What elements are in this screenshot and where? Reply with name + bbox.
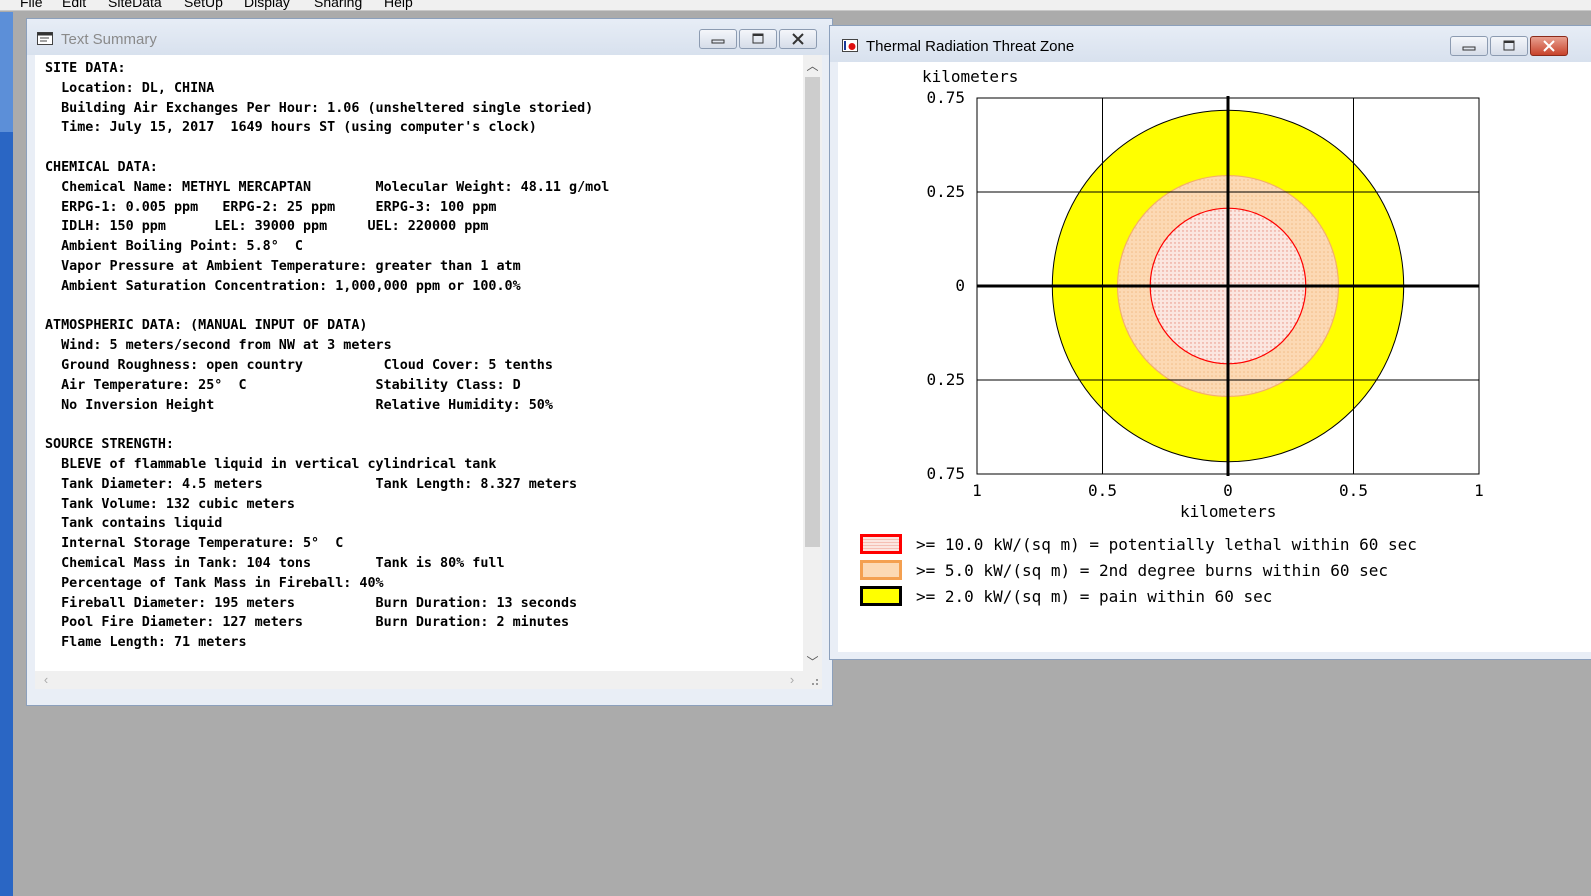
- threat-zone-app-icon: [842, 39, 858, 52]
- summary-line: Internal Storage Temperature: 5° C: [45, 536, 344, 552]
- summary-line: Wind: 5 meters/second from NW at 3 meter…: [45, 338, 392, 354]
- plot-restore-button[interactable]: [1490, 36, 1528, 56]
- summary-line: Flame Length: 71 meters: [45, 635, 247, 651]
- summary-line: Pool Fire Diameter: 127 meters Burn Dura…: [45, 615, 570, 631]
- summary-line: Ambient Boiling Point: 5.8° C: [45, 239, 303, 255]
- close-icon: [1543, 40, 1555, 52]
- summary-line: Location: DL, CHINA: [45, 80, 215, 96]
- y-axis-unit-label: kilometers: [922, 67, 1018, 86]
- minimize-button[interactable]: [699, 29, 737, 49]
- restore-icon: [1503, 40, 1515, 51]
- threat-zone-title: Thermal Radiation Threat Zone: [866, 38, 1075, 55]
- scroll-up-icon[interactable]: ︿: [803, 57, 822, 75]
- summary-line: Tank contains liquid: [45, 516, 223, 532]
- legend-swatch-pain: [860, 586, 902, 606]
- plot-close-button[interactable]: [1530, 36, 1568, 56]
- y-tick-label: 0.75: [926, 464, 965, 483]
- summary-line: Time: July 15, 2017 1649 hours ST (using…: [45, 120, 537, 136]
- summary-line: Fireball Diameter: 195 meters Burn Durat…: [45, 595, 578, 611]
- summary-line: No Inversion Height Relative Humidity: 5…: [45, 397, 553, 413]
- summary-line: Ground Roughness: open country Cloud Cov…: [45, 357, 553, 373]
- text-summary-content[interactable]: SITE DATA: Location: DL, CHINA Building …: [35, 55, 803, 671]
- resize-grip-icon[interactable]: [803, 671, 822, 689]
- summary-line: IDLH: 150 ppm LEL: 39000 ppm UEL: 220000…: [45, 219, 489, 235]
- menu-display[interactable]: Display: [244, 0, 290, 10]
- summary-line: SOURCE STRENGTH:: [45, 437, 174, 453]
- legend-item-burns: >= 5.0 kW/(sq m) = 2nd degree burns with…: [860, 559, 1388, 581]
- summary-line: ERPG-1: 0.005 ppm ERPG-2: 25 ppm ERPG-3:…: [45, 199, 497, 215]
- menu-bar: File Edit SiteData SetUp Display Sharing…: [0, 0, 1591, 11]
- x-tick-label: 1: [972, 481, 982, 500]
- summary-line: Chemical Name: METHYL MERCAPTAN Molecula…: [45, 179, 610, 195]
- summary-text: SITE DATA: Location: DL, CHINA Building …: [35, 55, 803, 653]
- restore-icon: [752, 33, 764, 44]
- threat-zone-window: Thermal Radiation Threat Zone kilometers…: [829, 25, 1591, 660]
- summary-line: ATMOSPHERIC DATA: (MANUAL INPUT OF DATA): [45, 318, 368, 334]
- summary-line: Building Air Exchanges Per Hour: 1.06 (u…: [45, 100, 594, 116]
- scroll-thumb[interactable]: [805, 77, 820, 547]
- threat-zone-titlebar[interactable]: Thermal Radiation Threat Zone: [830, 26, 1591, 62]
- desktop-edge: [0, 12, 13, 896]
- threat-zone-chart: kilometers kilometers 0.75 0.25 0 0.25 0.75 1…: [922, 67, 1484, 521]
- text-summary-window: Text Summary SITE DATA: Location: DL, CH…: [26, 18, 833, 706]
- restore-button[interactable]: [739, 29, 777, 49]
- legend-item-pain: >= 2.0 kW/(sq m) = pain within 60 sec: [860, 585, 1272, 607]
- scroll-right-icon[interactable]: ›: [783, 671, 801, 689]
- x-tick-label: 1: [1474, 481, 1484, 500]
- y-tick-label: 0.25: [926, 182, 965, 201]
- summary-line: Air Temperature: 25° C Stability Class: …: [45, 377, 521, 393]
- legend-text-lethal: >= 10.0 kW/(sq m) = potentially lethal w…: [916, 534, 1417, 554]
- menu-file[interactable]: File: [20, 0, 43, 10]
- scroll-down-icon[interactable]: ﹀: [803, 653, 822, 671]
- summary-line: SITE DATA:: [45, 61, 126, 76]
- summary-line: Chemical Mass in Tank: 104 tons Tank is …: [45, 555, 505, 571]
- legend-item-lethal: >= 10.0 kW/(sq m) = potentially lethal w…: [860, 533, 1417, 555]
- summary-line: Vapor Pressure at Ambient Temperature: g…: [45, 258, 521, 274]
- menu-sharing[interactable]: Sharing: [314, 0, 362, 10]
- text-summary-title: Text Summary: [61, 31, 157, 48]
- vertical-scrollbar[interactable]: ︿ ﹀: [803, 55, 822, 671]
- x-tick-label: 0.5: [1339, 481, 1368, 500]
- minimize-icon: [1462, 46, 1476, 51]
- y-tick-label: 0: [955, 276, 965, 295]
- menu-setup[interactable]: SetUp: [184, 0, 223, 10]
- close-icon: [792, 33, 804, 45]
- legend-text-burns: >= 5.0 kW/(sq m) = 2nd degree burns with…: [916, 560, 1389, 580]
- y-tick-label: 0.75: [926, 88, 965, 107]
- legend-swatch-lethal: [860, 534, 902, 554]
- menu-sitedata[interactable]: SiteData: [108, 0, 162, 10]
- x-axis-unit-label: kilometers: [1180, 502, 1276, 521]
- threat-zone-plot-area: kilometers kilometers 0.75 0.25 0 0.25 0.75 1…: [838, 62, 1591, 652]
- horizontal-scrollbar[interactable]: ‹ ›: [35, 671, 803, 689]
- legend-swatch-burns: [860, 560, 902, 580]
- summary-line: Percentage of Tank Mass in Fireball: 40%: [45, 575, 384, 591]
- x-tick-label: 0: [1223, 481, 1233, 500]
- scroll-left-icon[interactable]: ‹: [37, 671, 55, 689]
- summary-line: Tank Volume: 132 cubic meters: [45, 496, 295, 512]
- text-summary-titlebar[interactable]: Text Summary: [27, 19, 832, 55]
- close-button[interactable]: [779, 29, 817, 49]
- summary-line: Tank Diameter: 4.5 meters Tank Length: 8…: [45, 476, 578, 492]
- summary-line: CHEMICAL DATA:: [45, 159, 158, 175]
- legend-text-pain: >= 2.0 kW/(sq m) = pain within 60 sec: [916, 586, 1273, 606]
- y-tick-label: 0.25: [926, 370, 965, 389]
- x-tick-label: 0.5: [1088, 481, 1117, 500]
- minimize-icon: [711, 39, 725, 44]
- text-document-icon: [37, 32, 53, 45]
- summary-line: Ambient Saturation Concentration: 1,000,…: [45, 278, 521, 294]
- menu-help[interactable]: Help: [384, 0, 413, 10]
- summary-line: BLEVE of flammable liquid in vertical cy…: [45, 456, 497, 472]
- menu-edit[interactable]: Edit: [62, 0, 86, 10]
- plot-minimize-button[interactable]: [1450, 36, 1488, 56]
